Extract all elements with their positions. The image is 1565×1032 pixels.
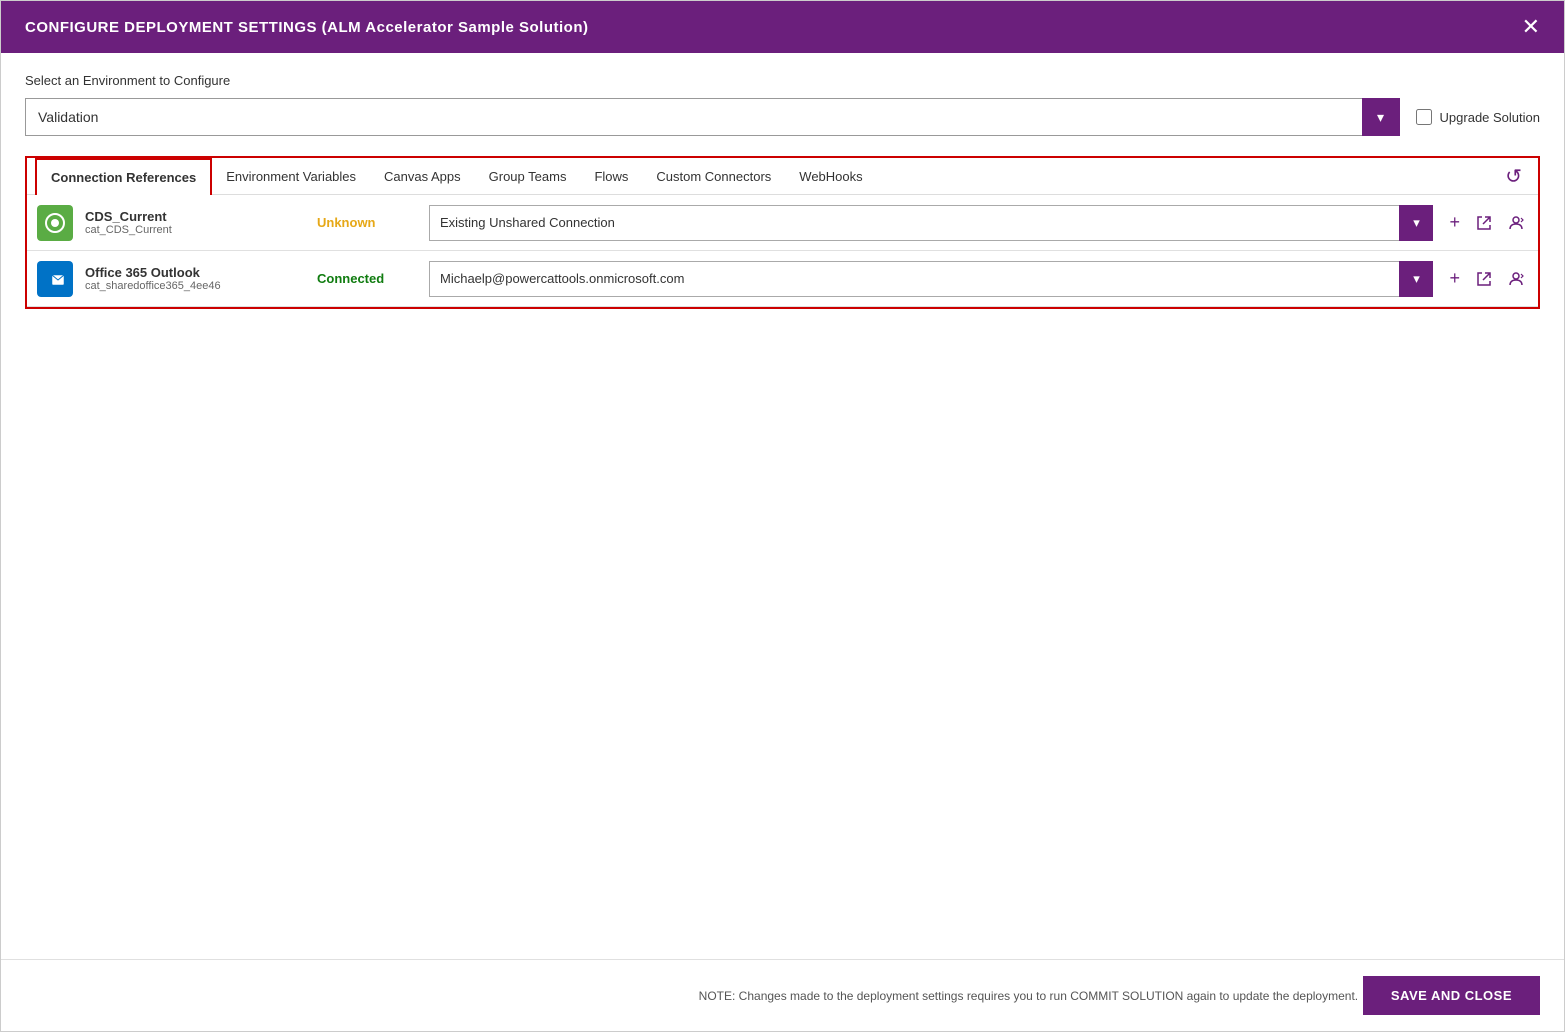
tab-connection-references[interactable]: Connection References [35,158,212,195]
env-select-wrapper: Validation ▾ [25,98,1400,136]
connection-row-cds: CDS_Current cat_CDS_Current Unknown Exis… [27,195,1538,251]
outlook-dropdown[interactable]: Michaelp@powercattools.onmicrosoft.com [429,261,1433,297]
footer-note: NOTE: Changes made to the deployment set… [694,989,1363,1003]
tab-flows[interactable]: Flows [580,159,642,194]
cds-open-connection-button[interactable] [1472,211,1496,235]
tab-environment-variables[interactable]: Environment Variables [212,159,370,194]
upgrade-solution-checkbox[interactable] [1416,109,1432,125]
cds-status: Unknown [317,215,417,230]
outlook-name-col: Office 365 Outlook cat_sharedoffice365_4… [85,265,305,292]
outlook-subname: cat_sharedoffice365_4ee46 [85,280,305,292]
cds-name: CDS_Current [85,209,305,224]
modal-body: Select an Environment to Configure Valid… [1,53,1564,959]
modal-header: CONFIGURE DEPLOYMENT SETTINGS (ALM Accel… [1,1,1564,53]
cds-subname: cat_CDS_Current [85,224,305,236]
modal-container: CONFIGURE DEPLOYMENT SETTINGS (ALM Accel… [0,0,1565,1032]
env-section-label: Select an Environment to Configure [25,73,1540,88]
cds-dropdown-wrapper: Existing Unshared Connection ▾ [429,205,1433,241]
cds-icon [37,205,73,241]
env-select[interactable]: Validation [25,98,1400,136]
save-and-close-button[interactable]: SAVE AND CLOSE [1363,976,1540,1015]
tabs-bar: Connection References Environment Variab… [27,158,1538,195]
tab-custom-connectors[interactable]: Custom Connectors [642,159,785,194]
env-select-row: Validation ▾ Upgrade Solution [25,98,1540,136]
modal-footer: NOTE: Changes made to the deployment set… [1,959,1564,1031]
outlook-dropdown-wrapper: Michaelp@powercattools.onmicrosoft.com ▾ [429,261,1433,297]
upgrade-solution-row: Upgrade Solution [1416,109,1540,125]
outlook-open-connection-button[interactable] [1472,267,1496,291]
cds-actions: + [1445,208,1528,237]
outlook-add-connection-button[interactable]: + [1445,264,1464,293]
tab-group-teams[interactable]: Group Teams [475,159,581,194]
outlook-name: Office 365 Outlook [85,265,305,280]
outlook-status: Connected [317,271,417,286]
connection-row-outlook: Office 365 Outlook cat_sharedoffice365_4… [27,251,1538,307]
tab-canvas-apps[interactable]: Canvas Apps [370,159,475,194]
upgrade-solution-label: Upgrade Solution [1440,110,1540,125]
outlook-actions: + [1445,264,1528,293]
body-spacer [25,309,1540,939]
close-button[interactable]: ✕ [1522,16,1540,38]
tab-webhooks[interactable]: WebHooks [785,159,876,194]
cds-add-connection-button[interactable]: + [1445,208,1464,237]
outlook-icon [37,261,73,297]
tabs-area: Connection References Environment Variab… [25,156,1540,309]
cds-name-col: CDS_Current cat_CDS_Current [85,209,305,236]
cds-dropdown[interactable]: Existing Unshared Connection [429,205,1433,241]
refresh-button[interactable]: ↺ [1497,160,1530,193]
cds-share-connection-button[interactable] [1504,211,1528,235]
modal-title: CONFIGURE DEPLOYMENT SETTINGS (ALM Accel… [25,19,589,36]
outlook-share-connection-button[interactable] [1504,267,1528,291]
